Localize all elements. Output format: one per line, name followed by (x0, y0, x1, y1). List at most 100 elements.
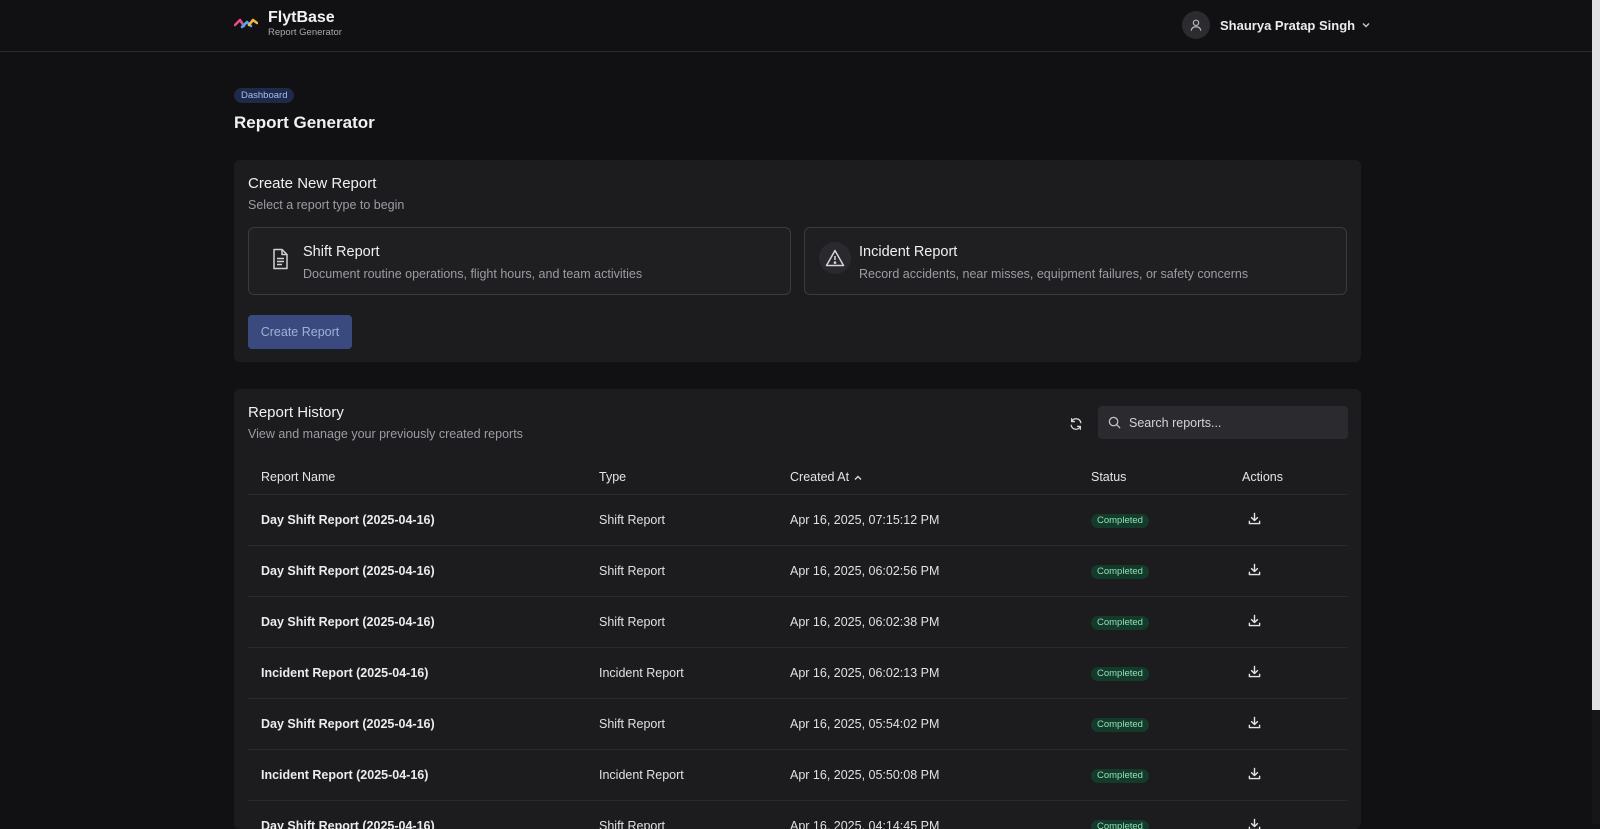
chevron-down-icon (1361, 20, 1371, 30)
download-icon (1248, 767, 1261, 780)
download-icon (1248, 614, 1261, 627)
user-name: Shaurya Pratap Singh (1220, 18, 1355, 33)
column-created-at[interactable]: Created At (777, 461, 1078, 494)
column-status[interactable]: Status (1078, 461, 1229, 494)
status-badge: Completed (1091, 514, 1149, 528)
report-name-cell: Day Shift Report (2025-04-16) (248, 596, 586, 647)
shift-report-description: Document routine operations, flight hour… (303, 267, 642, 281)
download-icon (1248, 563, 1261, 576)
refresh-icon (1069, 417, 1083, 431)
refresh-button[interactable] (1066, 414, 1086, 434)
report-type-cell: Shift Report (586, 596, 777, 647)
status-badge: Completed (1091, 616, 1149, 630)
table-row[interactable]: Day Shift Report (2025-04-16)Shift Repor… (248, 545, 1347, 596)
brand[interactable]: FlytBase Report Generator (234, 9, 342, 39)
report-type-cell: Shift Report (586, 800, 777, 829)
status-cell: Completed (1078, 749, 1229, 800)
status-badge: Completed (1091, 718, 1149, 732)
page-title: Report Generator (234, 113, 375, 133)
actions-cell (1229, 698, 1347, 749)
shift-report-title: Shift Report (303, 244, 380, 260)
download-button[interactable] (1242, 563, 1261, 576)
column-report-name[interactable]: Report Name (248, 461, 586, 494)
status-badge: Completed (1091, 667, 1149, 681)
created-at-cell: Apr 16, 2025, 06:02:38 PM (777, 596, 1078, 647)
scrollbar-thumb[interactable] (1592, 0, 1600, 710)
report-name-cell: Day Shift Report (2025-04-16) (248, 494, 586, 545)
report-history-table: Report Name Type Created At Status Actio… (248, 461, 1347, 829)
download-button[interactable] (1242, 614, 1261, 627)
created-at-cell: Apr 16, 2025, 04:14:45 PM (777, 800, 1078, 829)
table-row[interactable]: Day Shift Report (2025-04-16)Shift Repor… (248, 800, 1347, 829)
report-name-cell: Day Shift Report (2025-04-16) (248, 698, 586, 749)
brand-title: FlytBase (268, 9, 342, 27)
avatar[interactable] (1182, 11, 1210, 39)
table-row[interactable]: Incident Report (2025-04-16)Incident Rep… (248, 749, 1347, 800)
download-button[interactable] (1242, 818, 1261, 829)
document-icon (265, 244, 295, 274)
report-type-cell: Shift Report (586, 545, 777, 596)
created-at-cell: Apr 16, 2025, 05:54:02 PM (777, 698, 1078, 749)
report-name-cell: Day Shift Report (2025-04-16) (248, 545, 586, 596)
created-at-cell: Apr 16, 2025, 05:50:08 PM (777, 749, 1078, 800)
download-icon (1248, 716, 1261, 729)
status-cell: Completed (1078, 800, 1229, 829)
table-row[interactable]: Incident Report (2025-04-16)Incident Rep… (248, 647, 1347, 698)
create-report-card: Create New Report Select a report type t… (234, 160, 1361, 362)
status-cell: Completed (1078, 698, 1229, 749)
table-row[interactable]: Day Shift Report (2025-04-16)Shift Repor… (248, 494, 1347, 545)
top-bar: FlytBase Report Generator Shaurya Pratap… (0, 0, 1592, 52)
shift-report-option[interactable]: Shift Report Document routine operations… (248, 227, 791, 295)
status-cell: Completed (1078, 494, 1229, 545)
incident-report-description: Record accidents, near misses, equipment… (859, 267, 1248, 281)
warning-triangle-icon (819, 242, 851, 274)
download-icon (1248, 512, 1261, 525)
download-button[interactable] (1242, 512, 1261, 525)
brand-subtitle: Report Generator (268, 27, 342, 39)
column-type[interactable]: Type (586, 461, 777, 494)
created-at-cell: Apr 16, 2025, 06:02:56 PM (777, 545, 1078, 596)
table-row[interactable]: Day Shift Report (2025-04-16)Shift Repor… (248, 698, 1347, 749)
actions-cell (1229, 647, 1347, 698)
report-type-cell: Incident Report (586, 749, 777, 800)
created-at-cell: Apr 16, 2025, 06:02:13 PM (777, 647, 1078, 698)
actions-cell (1229, 494, 1347, 545)
download-button[interactable] (1242, 716, 1261, 729)
user-menu[interactable]: Shaurya Pratap Singh (1182, 11, 1371, 39)
actions-cell (1229, 800, 1347, 829)
download-button[interactable] (1242, 767, 1261, 780)
create-report-button[interactable]: Create Report (248, 315, 352, 349)
history-card-description: View and manage your previously created … (248, 427, 523, 441)
status-cell: Completed (1078, 596, 1229, 647)
report-type-cell: Shift Report (586, 698, 777, 749)
report-type-cell: Shift Report (586, 494, 777, 545)
search-input[interactable] (1129, 416, 1329, 430)
create-card-title: Create New Report (248, 175, 376, 192)
table-header-row: Report Name Type Created At Status Actio… (248, 461, 1347, 494)
incident-report-option[interactable]: Incident Report Record accidents, near m… (804, 227, 1347, 295)
actions-cell (1229, 749, 1347, 800)
report-name-cell: Incident Report (2025-04-16) (248, 647, 586, 698)
user-icon (1189, 18, 1203, 32)
history-card-title: Report History (248, 404, 344, 421)
table-row[interactable]: Day Shift Report (2025-04-16)Shift Repor… (248, 596, 1347, 647)
flytbase-logo-icon (234, 14, 258, 34)
report-type-cell: Incident Report (586, 647, 777, 698)
download-icon (1248, 818, 1261, 829)
incident-report-title: Incident Report (859, 244, 957, 260)
report-name-cell: Incident Report (2025-04-16) (248, 749, 586, 800)
report-name-cell: Day Shift Report (2025-04-16) (248, 800, 586, 829)
search-icon (1108, 416, 1121, 429)
actions-cell (1229, 596, 1347, 647)
breadcrumb-badge[interactable]: Dashboard (234, 88, 294, 103)
actions-cell (1229, 545, 1347, 596)
status-badge: Completed (1091, 565, 1149, 579)
status-cell: Completed (1078, 647, 1229, 698)
status-cell: Completed (1078, 545, 1229, 596)
page-scrollbar[interactable] (1592, 0, 1600, 824)
download-button[interactable] (1242, 665, 1261, 678)
search-field[interactable] (1098, 406, 1348, 439)
status-badge: Completed (1091, 769, 1149, 783)
status-badge: Completed (1091, 820, 1149, 829)
sort-ascending-icon (853, 473, 863, 483)
